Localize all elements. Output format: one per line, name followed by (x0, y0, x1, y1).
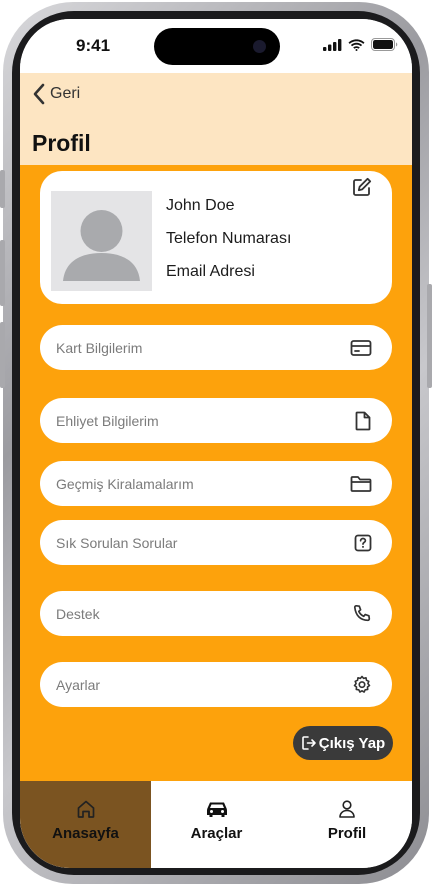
tab-label: Anasayfa (52, 825, 119, 842)
menu-item-license-info[interactable]: Ehliyet Bilgilerim (40, 398, 392, 443)
chevron-left-icon (33, 83, 45, 105)
avatar (51, 191, 152, 291)
side-button (0, 240, 5, 306)
page-title: Profil (32, 130, 91, 156)
menu-item-card-info[interactable]: Kart Bilgilerim (40, 325, 392, 370)
profile-email: Email Adresi (166, 263, 255, 280)
folder-icon (350, 475, 372, 493)
logout-label: Çıkış Yap (318, 734, 386, 752)
profile-phone: Telefon Numarası (166, 230, 292, 247)
logout-icon (301, 736, 316, 750)
side-button (0, 170, 5, 208)
home-icon (77, 800, 94, 818)
tab-cars[interactable]: Araçlar (151, 781, 282, 868)
menu-item-label: Ayarlar (56, 676, 101, 693)
back-label: Geri (50, 85, 81, 102)
battery-icon (371, 38, 398, 51)
profile-name: John Doe (166, 197, 235, 214)
gear-icon (352, 675, 372, 695)
header: Geri Profil (20, 73, 412, 165)
menu-item-faq[interactable]: Sık Sorulan Sorular (40, 520, 392, 565)
phone-screen: 9:41 Geri Profil John Doe Telefon Numara… (20, 19, 412, 868)
user-placeholder-icon (63, 210, 140, 281)
wifi-icon (348, 38, 365, 51)
dynamic-island (154, 28, 280, 65)
profile-details: John Doe Telefon Numarası Email Adresi (166, 196, 291, 295)
menu-item-rental-history[interactable]: Geçmiş Kiralamalarım (40, 461, 392, 506)
tab-label: Profil (327, 825, 367, 842)
document-icon (354, 411, 372, 431)
side-button (0, 322, 5, 388)
question-icon (354, 534, 372, 552)
menu-item-label: Kart Bilgilerim (56, 339, 143, 356)
menu-item-support[interactable]: Destek (40, 591, 392, 636)
tab-profile[interactable]: Profil (282, 781, 412, 868)
status-icons (323, 38, 398, 51)
status-time: 9:41 (76, 36, 111, 55)
camera-icon (253, 40, 266, 53)
back-button[interactable]: Geri (32, 83, 80, 105)
edit-icon (353, 177, 372, 196)
credit-card-icon (350, 339, 372, 357)
menu-item-settings[interactable]: Ayarlar (40, 662, 392, 707)
signal-icon (323, 38, 342, 51)
tab-home[interactable]: Anasayfa (20, 781, 151, 868)
status-bar: 9:41 (20, 19, 412, 73)
menu-item-label: Sık Sorulan Sorular (56, 534, 178, 551)
car-icon (206, 802, 227, 817)
tab-bar: Anasayfa Araçlar Profil (20, 781, 412, 868)
edit-profile-button[interactable] (352, 177, 372, 202)
side-button (427, 284, 432, 388)
phone-icon (352, 604, 372, 624)
user-icon (339, 800, 355, 818)
logout-button[interactable]: Çıkış Yap (293, 726, 393, 760)
profile-card: John Doe Telefon Numarası Email Adresi (40, 171, 392, 304)
menu-item-label: Geçmiş Kiralamalarım (56, 475, 194, 492)
menu-item-label: Destek (56, 605, 100, 622)
profile-content: John Doe Telefon Numarası Email Adresi K… (20, 165, 412, 781)
tab-label: Araçlar (190, 825, 243, 842)
menu-item-label: Ehliyet Bilgilerim (56, 412, 159, 429)
